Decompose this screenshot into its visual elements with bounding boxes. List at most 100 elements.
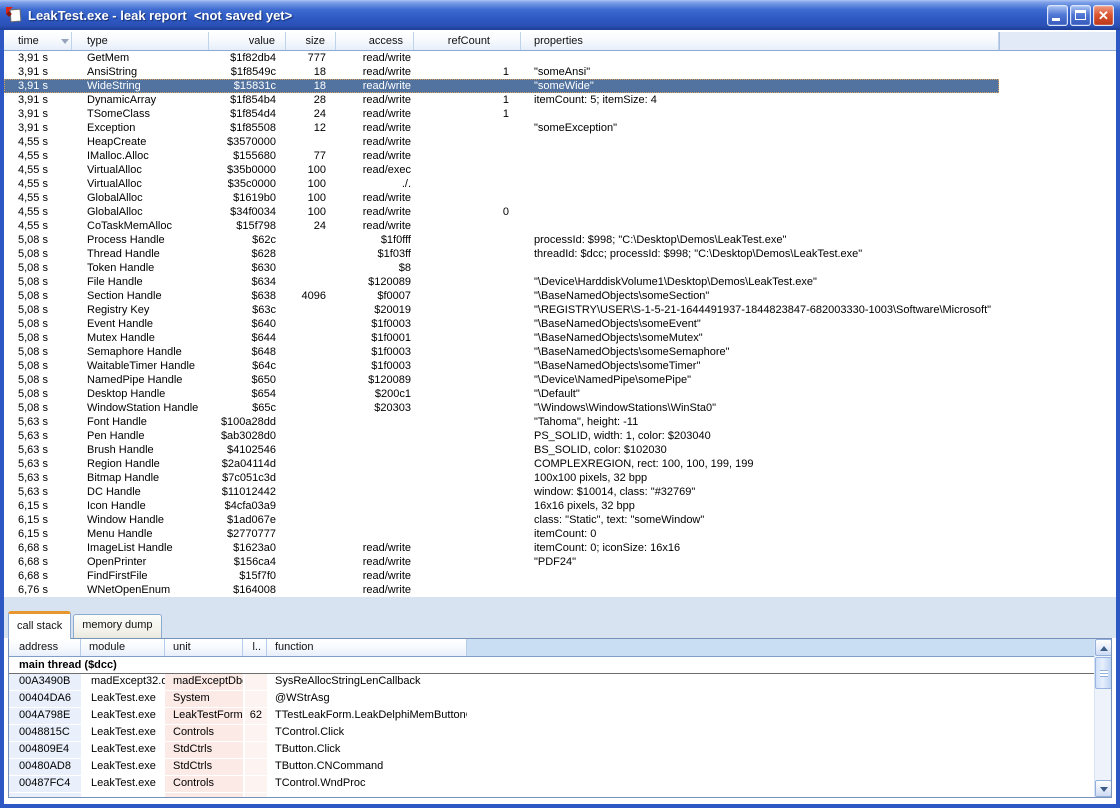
column-header-type[interactable]: type [72,32,209,50]
table-row[interactable]: 5,63 sPen Handle$ab3028d0PS_SOLID, width… [4,429,999,443]
cell-access: read/write [336,583,414,597]
cell-size [286,317,336,331]
table-row[interactable]: 3,91 sTSomeClass$1f854d424read/write1 [4,107,999,121]
table-row[interactable]: 6,68 sOpenPrinter$156ca4read/write"PDF24… [4,555,999,569]
table-row[interactable]: 6,15 sIcon Handle$4cfa03a916x16 pixels, … [4,499,999,513]
stack-frame-row[interactable]: 004A798ELeakTest.exeLeakTestForm62TTestL… [9,708,1094,725]
cell-ref: 1 [414,107,521,121]
cell-ref [414,485,521,499]
table-row[interactable]: 4,55 sVirtualAlloc$35b0000100read/exec [4,163,999,177]
table-row[interactable]: 5,08 sDesktop Handle$654$200c1"\Default" [4,387,999,401]
table-row[interactable]: 4,55 sVirtualAlloc$35c0000100./. [4,177,999,191]
scrollbar-thumb[interactable] [1095,657,1112,689]
column-header-size[interactable]: size [286,32,336,50]
table-row[interactable]: 4,55 sIMalloc.Alloc$15568077read/write [4,149,999,163]
column-header-unit[interactable]: unit [165,639,243,656]
column-header-time[interactable]: time [4,32,72,50]
cell-time: 5,63 s [4,415,72,429]
stack-frame-row[interactable]: 00487FC4LeakTest.exeControlsTControl.Wnd… [9,776,1094,793]
table-row[interactable]: 3,91 sAnsiString$1f8549c18read/write1"so… [4,65,999,79]
table-row[interactable]: 5,08 sNamedPipe Handle$650$120089"\Devic… [4,373,999,387]
table-row[interactable]: 6,76 sWNetOpenEnum$164008read/write [4,583,999,597]
header-filler [999,32,1116,51]
cell-address: 00487FC4 [9,776,83,792]
table-row[interactable]: 5,63 sRegion Handle$2a04114dCOMPLEXREGIO… [4,457,999,471]
app-icon [6,7,23,24]
cell-size [286,233,336,247]
thread-group-header[interactable]: main thread ($dcc) [9,657,1094,674]
table-row[interactable]: 3,91 sGetMem$1f82db4777read/write [4,51,999,65]
table-row[interactable]: 5,08 sProcess Handle$62c$1f0fffprocessId… [4,233,999,247]
cell-props: "Tahoma", height: -11 [521,415,999,429]
cell-props: 16x16 pixels, 32 bpp [521,499,999,513]
cell-ref [414,303,521,317]
cell-size [286,429,336,443]
cell-ref [414,359,521,373]
column-header-address[interactable]: address [9,639,81,656]
cell-time: 5,08 s [4,331,72,345]
table-row[interactable]: 4,55 sCoTaskMemAlloc$15f79824read/write [4,219,999,233]
tab-call-stack[interactable]: call stack [8,611,71,639]
table-row[interactable]: 3,91 sException$1f8550812read/write"some… [4,121,999,135]
table-row[interactable]: 5,08 sFile Handle$634$120089"\Device\Har… [4,275,999,289]
cell-ref: 1 [414,65,521,79]
table-row[interactable]: 6,15 sWindow Handle$1ad067eclass: "Stati… [4,513,999,527]
cell-value: $1f8549c [209,65,286,79]
table-row[interactable]: 3,91 sWideString$15831c18read/write"some… [4,79,999,93]
cell-value: $1623a0 [209,541,286,555]
close-button[interactable]: ✕ [1093,5,1114,26]
column-header-refcount[interactable]: refCount [414,32,521,50]
cell-props: itemCount: 0; iconSize: 16x16 [521,541,999,555]
table-row[interactable]: 5,63 sBrush Handle$4102546BS_SOLID, colo… [4,443,999,457]
cell-module: LeakTest.exe [83,691,165,707]
maximize-button[interactable] [1070,5,1091,26]
cell-size: 77 [286,149,336,163]
table-row[interactable]: 5,08 sWindowStation Handle$65c$20303"\Wi… [4,401,999,415]
cell-value: $100a28dd [209,415,286,429]
table-row[interactable]: 4,55 sGlobalAlloc$34f0034100read/write0 [4,205,999,219]
stack-frame-row[interactable]: 00A3490BmadExcept32.dllmadExceptDbgSysRe… [9,674,1094,691]
call-stack-scrollbar[interactable] [1094,639,1111,797]
stack-frame-row[interactable]: 00404DA6LeakTest.exeSystem@WStrAsg [9,691,1094,708]
cell-size: 18 [286,79,336,93]
table-row[interactable]: 5,08 sWaitableTimer Handle$64c$1f0003"\B… [4,359,999,373]
column-header-properties[interactable]: properties [521,32,999,50]
column-header-access[interactable]: access [336,32,414,50]
titlebar[interactable]: LeakTest.exe - leak report <not saved ye… [0,0,1120,30]
cell-unit: madExceptDbg [165,674,245,690]
table-row[interactable]: 4,55 sGlobalAlloc$1619b0100read/write [4,191,999,205]
cell-time: 6,76 s [4,583,72,597]
table-row[interactable]: 5,08 sSemaphore Handle$648$1f0003"\BaseN… [4,345,999,359]
cell-props: "\Windows\WindowStations\WinSta0" [521,401,999,415]
table-row[interactable]: 5,63 sFont Handle$100a28dd"Tahoma", heig… [4,415,999,429]
minimize-button[interactable] [1047,5,1068,26]
column-header-function[interactable]: function [267,639,467,656]
table-row[interactable]: 5,63 sDC Handle$11012442window: $10014, … [4,485,999,499]
stack-frame-row[interactable] [9,793,1094,798]
table-row[interactable]: 5,08 sSection Handle$6384096$f0007"\Base… [4,289,999,303]
stack-frame-row[interactable]: 00480AD8LeakTest.exeStdCtrlsTButton.CNCo… [9,759,1094,776]
table-row[interactable]: 6,68 sImageList Handle$1623a0read/writei… [4,541,999,555]
table-row[interactable]: 5,63 sBitmap Handle$7c051c3d100x100 pixe… [4,471,999,485]
column-header-line[interactable]: l.. [243,639,267,656]
table-row[interactable]: 5,08 sRegistry Key$63c$20019"\REGISTRY\U… [4,303,999,317]
table-row[interactable]: 6,68 sFindFirstFile$15f7f0read/write [4,569,999,583]
scroll-up-button[interactable] [1095,639,1112,656]
scroll-down-button[interactable] [1095,780,1112,797]
stack-frame-row[interactable]: 004809E4LeakTest.exeStdCtrlsTButton.Clic… [9,742,1094,759]
table-row[interactable]: 6,15 sMenu Handle$2770777itemCount: 0 [4,527,999,541]
cell-value: $1f82db4 [209,51,286,65]
column-header-module[interactable]: module [81,639,165,656]
table-row[interactable]: 4,55 sHeapCreate$3570000read/write [4,135,999,149]
tab-memory-dump[interactable]: memory dump [73,614,161,638]
cell-type: File Handle [72,275,209,289]
table-row[interactable]: 5,08 sMutex Handle$644$1f0001"\BaseNamed… [4,331,999,345]
table-row[interactable]: 5,08 sEvent Handle$640$1f0003"\BaseNamed… [4,317,999,331]
table-row[interactable]: 3,91 sDynamicArray$1f854b428read/write1i… [4,93,999,107]
cell-type: Bitmap Handle [72,471,209,485]
column-header-value[interactable]: value [209,32,286,50]
splitter-zone[interactable]: call stack memory dump [4,597,1116,638]
stack-frame-row[interactable]: 0048815CLeakTest.exeControlsTControl.Cli… [9,725,1094,742]
table-row[interactable]: 5,08 sToken Handle$630$8 [4,261,999,275]
table-row[interactable]: 5,08 sThread Handle$628$1f03ffthreadId: … [4,247,999,261]
